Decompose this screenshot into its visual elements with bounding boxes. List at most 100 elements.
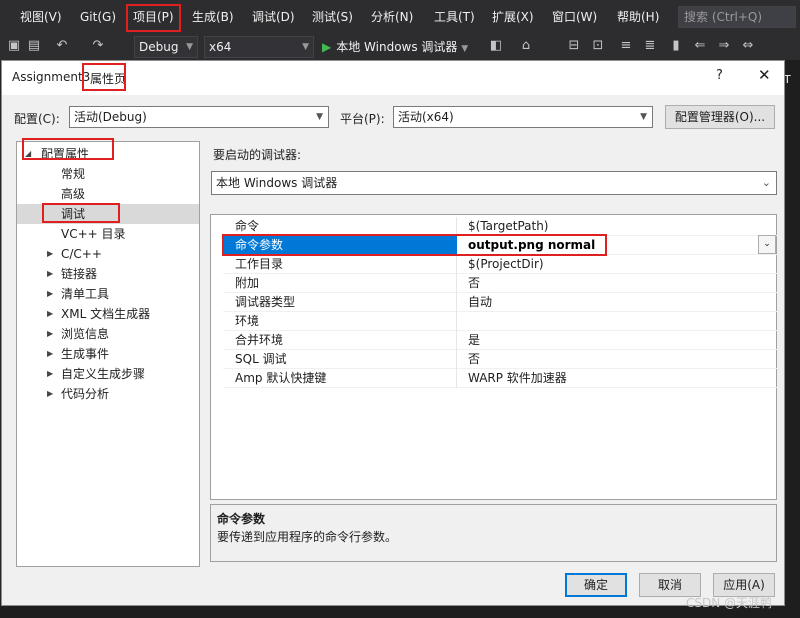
grid-row-name: 附加 [235,276,260,290]
tree-item-label: 代码分析 [61,387,110,401]
grid-row-name: SQL 调试 [235,352,287,366]
grid-row-amp-default-accelerator[interactable]: Amp 默认快捷键 WARP 软件加速器 [223,369,777,388]
expanded-icon[interactable]: ◢ [25,144,31,164]
grid-row-sql-debugging[interactable]: SQL 调试 否 [223,350,777,369]
tree-item-label: 常规 [61,167,86,181]
grid-divider [456,331,457,350]
menu-help[interactable]: 帮助(H) [617,0,659,34]
bookmark-prev-icon[interactable]: ⇐ [692,38,708,54]
tree-item-label: C/C++ [61,247,102,261]
tree-item-code-analysis[interactable]: ▶ 代码分析 [17,384,199,404]
config-value: 活动(Debug) [74,110,147,124]
tree-item-linker[interactable]: ▶ 链接器 [17,264,199,284]
grid-divider [456,293,457,312]
grid-row-command[interactable]: 命令 $(TargetPath) [223,217,777,236]
grid-row-working-directory[interactable]: 工作目录 $(ProjectDir) [223,255,777,274]
grid-row-name: 调试器类型 [235,295,296,309]
expand-arrow-icon[interactable]: ▶ [47,364,53,384]
platform-label: 平台(P): [340,112,385,126]
grid-row-value: 否 [468,276,481,290]
dialog-title-project: Assignment3 [12,70,91,84]
expand-arrow-icon[interactable]: ▶ [47,264,53,284]
fire-icon[interactable]: ◧ [488,38,504,54]
redo-icon[interactable]: ↷ [90,38,106,54]
tree-item-browse-info[interactable]: ▶ 浏览信息 [17,324,199,344]
menu-analyze[interactable]: 分析(N) [371,0,413,34]
expand-arrow-icon[interactable]: ▶ [47,304,53,324]
platform-select[interactable]: 活动(x64) ▼ [393,106,653,128]
menu-test[interactable]: 测试(S) [312,0,353,34]
expand-arrow-icon[interactable]: ▶ [47,384,53,404]
expand-arrow-icon[interactable]: ▶ [47,284,53,304]
ok-button[interactable]: 确定 [565,573,627,597]
debugger-label: 要启动的调试器: [213,148,302,162]
tree-item-xml-doc-generator[interactable]: ▶ XML 文档生成器 [17,304,199,324]
solution-config-value: Debug [139,40,179,54]
solution-platform-select[interactable]: x64 ▼ [204,36,314,58]
tree-item-config-properties[interactable]: ◢ 配置属性 [17,144,199,164]
step-over-icon[interactable]: ⊡ [590,38,606,54]
tree-item-custom-build-step[interactable]: ▶ 自定义生成步骤 [17,364,199,384]
grid-row-name: 命令 [235,219,260,233]
browse-icon[interactable]: ⌂ [518,38,534,54]
start-debugger-button[interactable]: ▶ 本地 Windows 调试器 ▼ [322,34,468,60]
menu-extensions[interactable]: 扩展(X) [492,0,534,34]
step-icon[interactable]: ⊟ [566,38,582,54]
chevron-down-icon: ⌄ [761,176,771,189]
solution-config-select[interactable]: Debug ▼ [134,36,198,58]
tree-item-general[interactable]: 常规 [17,164,199,184]
side-tab[interactable]: T [784,73,791,86]
menu-debug[interactable]: 调试(D) [252,0,295,34]
grid-row-value: 否 [468,352,481,366]
help-button[interactable]: ? [716,68,723,83]
toolbar: ▣ ▤ ↶ ↷ Debug ▼ x64 ▼ ▶ 本地 Windows 调试器 ▼ ◧ … [0,34,800,60]
command-arguments-dropdown[interactable]: ⌄ [758,235,776,254]
bookmark-clear-icon[interactable]: ⇔ [740,38,756,54]
menu-view[interactable]: 视图(V) [20,0,62,34]
chevron-down-icon: ▼ [186,42,193,52]
watermark: CSDN @天涯鸭 [686,596,773,610]
uncomment-icon[interactable]: ≣ [642,38,658,54]
tree-item-label: 生成事件 [61,347,110,361]
command-arguments-input[interactable]: output.png normal [468,236,595,254]
bookmark-next-icon[interactable]: ⇒ [716,38,732,54]
search-input[interactable]: 搜索 (Ctrl+Q) [678,6,796,28]
grid-row-command-arguments[interactable]: 命令参数 output.png normal [223,236,777,255]
menu-git[interactable]: Git(G) [80,0,116,34]
tree-item-advanced[interactable]: 高级 [17,184,199,204]
tree-item-label: 清单工具 [61,287,110,301]
expand-arrow-icon[interactable]: ▶ [47,344,53,364]
menu-build[interactable]: 生成(B) [192,0,234,34]
property-pages-dialog: Assignment3 属性页 ? ✕ 配置(C): 活动(Debug) ▼ 平台… [1,60,785,606]
property-tree[interactable]: ◢ 配置属性 常规 高级 调试 VC++ 目录 ▶ C/C++ ▶ 链接器 ▶ … [16,141,200,567]
debugger-value: 本地 Windows 调试器 [216,176,338,190]
expand-arrow-icon[interactable]: ▶ [47,244,53,264]
save-all-icon[interactable]: ▤ [26,38,42,54]
tree-item-manifest-tool[interactable]: ▶ 清单工具 [17,284,199,304]
grid-row-environment[interactable]: 环境 [223,312,777,331]
close-button[interactable]: ✕ [758,66,771,84]
config-select[interactable]: 活动(Debug) ▼ [69,106,329,128]
tree-item-vc-directories[interactable]: VC++ 目录 [17,224,199,244]
menu-tools[interactable]: 工具(T) [434,0,475,34]
tree-item-c-cpp[interactable]: ▶ C/C++ [17,244,199,264]
config-manager-button[interactable]: 配置管理器(O)... [665,105,775,129]
comment-icon[interactable]: ≡ [618,38,634,54]
menu-project[interactable]: 项目(P) [133,0,174,34]
play-icon: ▶ [322,40,332,54]
bookmark-icon[interactable]: ▮ [668,38,684,54]
grid-row-attach[interactable]: 附加 否 [223,274,777,293]
undo-icon[interactable]: ↶ [54,38,70,54]
menu-bar: 视图(V) Git(G) 项目(P) 生成(B) 调试(D) 测试(S) 分析(… [0,0,800,34]
tree-item-label: 自定义生成步骤 [61,367,146,381]
grid-row-merge-environment[interactable]: 合并环境 是 [223,331,777,350]
debugger-select[interactable]: 本地 Windows 调试器 ⌄ [211,171,777,195]
tree-item-label: 高级 [61,187,86,201]
tree-item-build-events[interactable]: ▶ 生成事件 [17,344,199,364]
description-title: 命令参数 [217,512,266,526]
menu-window[interactable]: 窗口(W) [552,0,597,34]
tree-item-debugging[interactable]: 调试 [17,204,199,224]
expand-arrow-icon[interactable]: ▶ [47,324,53,344]
grid-row-debugger-type[interactable]: 调试器类型 自动 [223,293,777,312]
save-icon[interactable]: ▣ [6,38,22,54]
